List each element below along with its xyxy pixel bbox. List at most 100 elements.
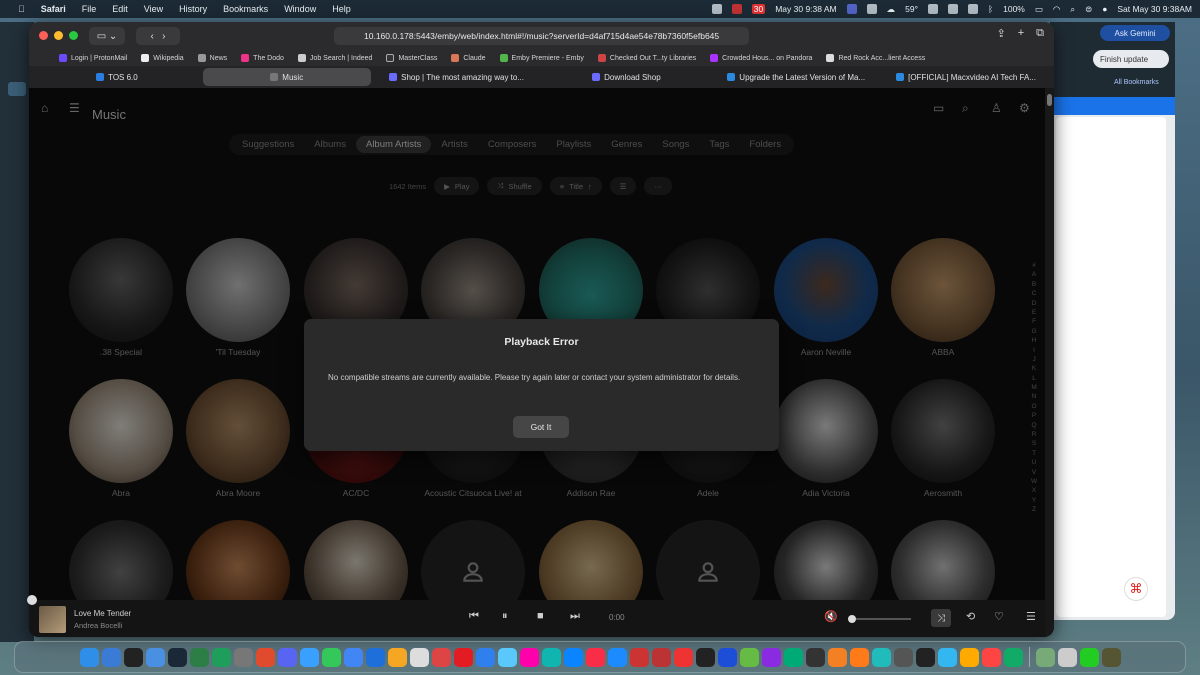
dock-app-icon[interactable]	[365, 647, 385, 667]
menu-edit[interactable]: Edit	[104, 4, 136, 14]
dock-app-icon[interactable]	[519, 647, 539, 667]
pdf-icon[interactable]: ⌘	[1124, 577, 1148, 601]
volume-slider[interactable]	[848, 615, 911, 623]
dock-app-icon[interactable]	[607, 647, 627, 667]
dock-app-icon[interactable]	[739, 647, 759, 667]
previous-track-icon[interactable]: ⏮	[469, 610, 479, 623]
repeat-icon[interactable]: ⟲	[966, 610, 975, 623]
dock-app-icon[interactable]	[629, 647, 649, 667]
date-widget[interactable]: May 30 9:38 AM	[775, 4, 836, 14]
tab-overview-icon[interactable]: ⧉	[1036, 27, 1044, 40]
battery-icon[interactable]: ▭	[1035, 4, 1043, 15]
browser-tab[interactable]: Download Shop	[542, 68, 710, 86]
got-it-button[interactable]: Got It	[513, 416, 569, 438]
dock-app-icon[interactable]	[893, 647, 913, 667]
shuffle-toggle[interactable]: ⤨	[931, 609, 951, 627]
dock-app-icon[interactable]	[431, 647, 451, 667]
dock-app-icon[interactable]	[805, 647, 825, 667]
search-icon[interactable]: ⌕	[1070, 4, 1075, 15]
dock-app-icon[interactable]	[123, 647, 143, 667]
dock-app-icon[interactable]	[871, 647, 891, 667]
dock-app-icon[interactable]	[497, 647, 517, 667]
dock-app-icon[interactable]	[343, 647, 363, 667]
track-title[interactable]: Love Me Tender	[74, 609, 131, 618]
favorite-item[interactable]: Claude	[451, 54, 486, 62]
bluetooth-icon[interactable]: ᛒ	[988, 4, 993, 14]
dock-app-icon[interactable]	[761, 647, 781, 667]
pause-icon[interactable]: ⏸	[502, 610, 508, 623]
background-browser-window[interactable]	[1050, 22, 1175, 620]
dock-app-icon[interactable]	[387, 647, 407, 667]
menu-history[interactable]: History	[171, 4, 215, 14]
back-forward-buttons[interactable]: ‹ ›	[136, 27, 180, 45]
menu-help[interactable]: Help	[324, 4, 359, 14]
menu-window[interactable]: Window	[276, 4, 324, 14]
favorite-item[interactable]: Login | ProtonMail	[59, 54, 127, 62]
finish-update-button[interactable]: Finish update	[1093, 50, 1169, 68]
page-scrollbar[interactable]	[1045, 88, 1054, 637]
dock-app-icon[interactable]	[1003, 647, 1023, 667]
dock-app-icon[interactable]	[651, 647, 671, 667]
favorite-folder[interactable]: News	[197, 54, 227, 62]
dock-app-icon[interactable]	[541, 647, 561, 667]
sidebar-toggle-button[interactable]: ▭ ⌄	[89, 27, 125, 45]
dock-app-icon[interactable]	[453, 647, 473, 667]
browser-tab[interactable]: TOS 6.0	[33, 68, 201, 86]
new-tab-icon[interactable]: +	[1018, 27, 1024, 40]
volume-handle[interactable]	[848, 615, 856, 623]
dock-app-icon[interactable]	[695, 647, 715, 667]
dock-app-icon[interactable]	[981, 647, 1001, 667]
dock-app-icon[interactable]	[79, 647, 99, 667]
dock-app-icon[interactable]	[1079, 647, 1099, 667]
menu-bookmarks[interactable]: Bookmarks	[215, 4, 276, 14]
dock-app-icon[interactable]	[145, 647, 165, 667]
status-icon[interactable]	[968, 4, 978, 14]
dock-app-icon[interactable]	[937, 647, 957, 667]
dock-app-icon[interactable]	[167, 647, 187, 667]
ask-gemini-button[interactable]: Ask Gemini	[1100, 25, 1170, 41]
dock-app-icon[interactable]	[299, 647, 319, 667]
dock-app-icon[interactable]	[277, 647, 297, 667]
favorite-item[interactable]: Emby Premiere - Emby	[499, 54, 584, 62]
browser-tab[interactable]: [OFFICIAL] Macxvideo AI Tech FA...	[882, 68, 1050, 86]
app-menu[interactable]: Safari	[33, 4, 74, 14]
dock-app-icon[interactable]	[189, 647, 209, 667]
control-center-icon[interactable]: ⊜	[1085, 4, 1092, 15]
share-icon[interactable]: ⇪	[996, 27, 1005, 40]
track-artist[interactable]: Andrea Bocelli	[74, 621, 122, 630]
dock-app-icon[interactable]	[321, 647, 341, 667]
dock-app-icon[interactable]	[1035, 647, 1055, 667]
weather-icon[interactable]: ☁	[887, 4, 896, 15]
dock-app-icon[interactable]	[211, 647, 231, 667]
favorite-item[interactable]: MasterClass	[386, 54, 437, 62]
status-icon[interactable]	[731, 4, 742, 14]
dock-app-icon[interactable]	[233, 647, 253, 667]
status-icon[interactable]	[846, 4, 857, 14]
dock-app-icon[interactable]	[1057, 647, 1077, 667]
mute-icon[interactable]: 🔇	[824, 610, 838, 623]
dock-app-icon[interactable]	[673, 647, 693, 667]
stop-icon[interactable]: ■	[537, 610, 544, 622]
dock-app-icon[interactable]	[475, 647, 495, 667]
dock-app-icon[interactable]	[101, 647, 121, 667]
temperature[interactable]: 59°	[905, 4, 918, 14]
dock-app-icon[interactable]	[827, 647, 847, 667]
battery-percent[interactable]: 100%	[1003, 4, 1025, 14]
apple-menu-icon[interactable]: 	[10, 4, 33, 14]
favorite-item[interactable]: Checked Out T...ty Libraries	[597, 54, 696, 62]
dock-app-icon[interactable]	[849, 647, 869, 667]
close-window-button[interactable]	[39, 31, 48, 40]
status-icon[interactable]	[948, 4, 958, 14]
next-track-icon[interactable]: ⏭	[570, 610, 580, 623]
browser-tab[interactable]: Upgrade the Latest Version of Ma...	[712, 68, 880, 86]
favorite-item[interactable]: Job Search | Indeed	[297, 54, 372, 62]
queue-list-icon[interactable]: ☰	[1026, 610, 1036, 623]
browser-tab-active[interactable]: Music	[202, 68, 371, 86]
status-icon[interactable]	[928, 4, 938, 14]
favorite-item[interactable]: The Dodo	[241, 54, 284, 62]
calendar-day[interactable]: 30	[751, 4, 766, 14]
zoom-window-button[interactable]	[69, 31, 78, 40]
menu-view[interactable]: View	[136, 4, 171, 14]
wifi-icon[interactable]: ◠	[1053, 4, 1060, 15]
browser-tab[interactable]: Shop | The most amazing way to...	[373, 68, 541, 86]
